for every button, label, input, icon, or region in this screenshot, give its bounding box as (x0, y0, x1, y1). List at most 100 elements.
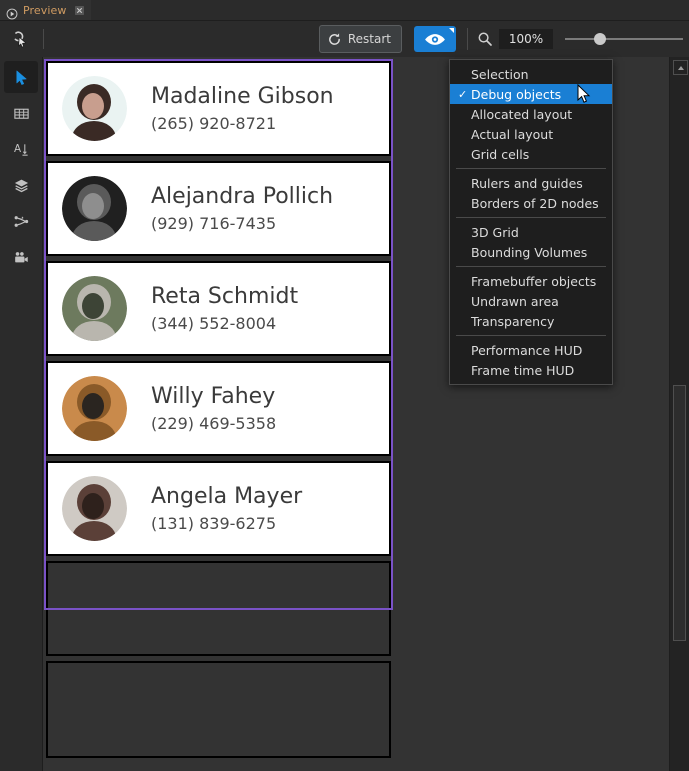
menu-item-label: Borders of 2D nodes (471, 196, 599, 211)
contact-name: Angela Mayer (151, 484, 302, 509)
menu-item-label: Selection (471, 67, 529, 82)
menu-item[interactable]: Actual layout (450, 124, 612, 144)
sidebar-item-nodes-tool[interactable] (4, 205, 38, 237)
refresh-icon (327, 32, 342, 47)
restart-button[interactable]: Restart (319, 25, 402, 53)
text-a-icon: A (13, 141, 30, 158)
contact-phone: (229) 469-5358 (151, 414, 276, 433)
menu-item[interactable]: Framebuffer objects (450, 271, 612, 291)
empty-card[interactable] (46, 661, 391, 758)
contact-phone: (929) 716-7435 (151, 214, 333, 233)
scrollbar-thumb[interactable] (673, 385, 686, 641)
layers-icon (13, 177, 30, 194)
contact-phone: (265) 920-8721 (151, 114, 334, 133)
sidebar-item-grid-tool[interactable] (4, 97, 38, 129)
menu-item-label: Debug objects (471, 87, 561, 102)
avatar (62, 76, 127, 141)
eye-icon (423, 32, 447, 47)
contact-phone: (344) 552-8004 (151, 314, 298, 333)
check-icon: ✓ (458, 88, 471, 101)
menu-item[interactable]: Grid cells (450, 144, 612, 164)
contact-text: Willy Fahey (229) 469-5358 (151, 384, 276, 433)
vertical-scrollbar[interactable] (669, 57, 689, 771)
contact-name: Willy Fahey (151, 384, 276, 409)
video-camera-icon (13, 249, 30, 266)
contact-card[interactable]: Alejandra Pollich (929) 716-7435 (46, 161, 391, 256)
contact-name: Alejandra Pollich (151, 184, 333, 209)
menu-item[interactable]: Performance HUD (450, 340, 612, 360)
menu-item[interactable]: Selection (450, 64, 612, 84)
menu-item-label: Rulers and guides (471, 176, 583, 191)
menu-item-label: Performance HUD (471, 343, 582, 358)
menu-item-label: Framebuffer objects (471, 274, 596, 289)
menu-item[interactable]: Undrawn area (450, 291, 612, 311)
dropdown-corner-indicator (449, 28, 454, 33)
contact-text: Angela Mayer (131) 839-6275 (151, 484, 302, 533)
zoom-slider-thumb[interactable] (594, 33, 606, 45)
menu-item[interactable]: Borders of 2D nodes (450, 193, 612, 213)
menu-item-label: Grid cells (471, 147, 529, 162)
contact-text: Alejandra Pollich (929) 716-7435 (151, 184, 333, 233)
contact-card[interactable]: Reta Schmidt (344) 552-8004 (46, 261, 391, 356)
table-grid-icon (13, 105, 30, 122)
empty-card[interactable] (46, 561, 391, 656)
tab-label: Preview (23, 4, 67, 17)
menu-item-label: Bounding Volumes (471, 245, 587, 260)
menu-separator (456, 266, 606, 267)
contact-text: Reta Schmidt (344) 552-8004 (151, 284, 298, 333)
debug-visuals-menu[interactable]: Selection✓Debug objectsAllocated layoutA… (449, 59, 613, 385)
toolbar-divider-2 (467, 28, 468, 50)
preview-window: Preview (0, 0, 689, 771)
menu-item-label: Actual layout (471, 127, 553, 142)
menu-separator (456, 335, 606, 336)
tool-rail: A (0, 57, 43, 771)
contact-name: Reta Schmidt (151, 284, 298, 309)
sidebar-item-text-tool[interactable]: A (4, 133, 38, 165)
tab-bar: Preview (0, 0, 689, 21)
tab-preview[interactable]: Preview (0, 0, 91, 21)
menu-item[interactable]: Transparency (450, 311, 612, 331)
sidebar-item-layers-tool[interactable] (4, 169, 38, 201)
avatar (62, 476, 127, 541)
contact-card-list: Madaline Gibson (265) 920-8721 Alejandra P… (46, 61, 391, 763)
menu-separator (456, 168, 606, 169)
contact-phone: (131) 839-6275 (151, 514, 302, 533)
toolbar: Restart 100% (0, 21, 689, 58)
menu-item-label: Undrawn area (471, 294, 559, 309)
menu-item[interactable]: Bounding Volumes (450, 242, 612, 262)
menu-item-label: Allocated layout (471, 107, 572, 122)
contact-card[interactable]: Madaline Gibson (265) 920-8721 (46, 61, 391, 156)
avatar (62, 176, 127, 241)
contact-text: Madaline Gibson (265) 920-8721 (151, 84, 334, 133)
click-pointer-icon[interactable] (6, 25, 34, 53)
menu-item[interactable]: 3D Grid (450, 222, 612, 242)
contact-name: Madaline Gibson (151, 84, 334, 109)
menu-item[interactable]: Frame time HUD (450, 360, 612, 380)
menu-item-label: Transparency (471, 314, 554, 329)
zoom-slider[interactable] (565, 29, 683, 49)
scroll-up-arrow-icon[interactable] (673, 60, 688, 75)
avatar (62, 276, 127, 341)
contact-card[interactable]: Willy Fahey (229) 469-5358 (46, 361, 391, 456)
menu-item[interactable]: Rulers and guides (450, 173, 612, 193)
sidebar-item-camera-tool[interactable] (4, 241, 38, 273)
toolbar-divider (43, 29, 44, 49)
menu-item[interactable]: ✓Debug objects (450, 84, 612, 104)
arrow-cursor-icon (13, 69, 30, 86)
menu-item-label: Frame time HUD (471, 363, 574, 378)
sidebar-item-select-tool[interactable] (4, 61, 38, 93)
svg-text:A: A (13, 142, 21, 154)
close-icon[interactable] (74, 5, 85, 16)
zoom-slider-track (565, 38, 683, 40)
play-circle-icon (6, 5, 18, 17)
menu-separator (456, 217, 606, 218)
debug-visuals-button[interactable] (414, 26, 456, 52)
restart-label: Restart (348, 32, 391, 46)
node-graph-icon (13, 213, 30, 230)
menu-item-label: 3D Grid (471, 225, 519, 240)
avatar (62, 376, 127, 441)
contact-card[interactable]: Angela Mayer (131) 839-6275 (46, 461, 391, 556)
magnifier-icon (477, 31, 493, 47)
menu-item[interactable]: Allocated layout (450, 104, 612, 124)
zoom-level-input[interactable]: 100% (499, 29, 553, 49)
